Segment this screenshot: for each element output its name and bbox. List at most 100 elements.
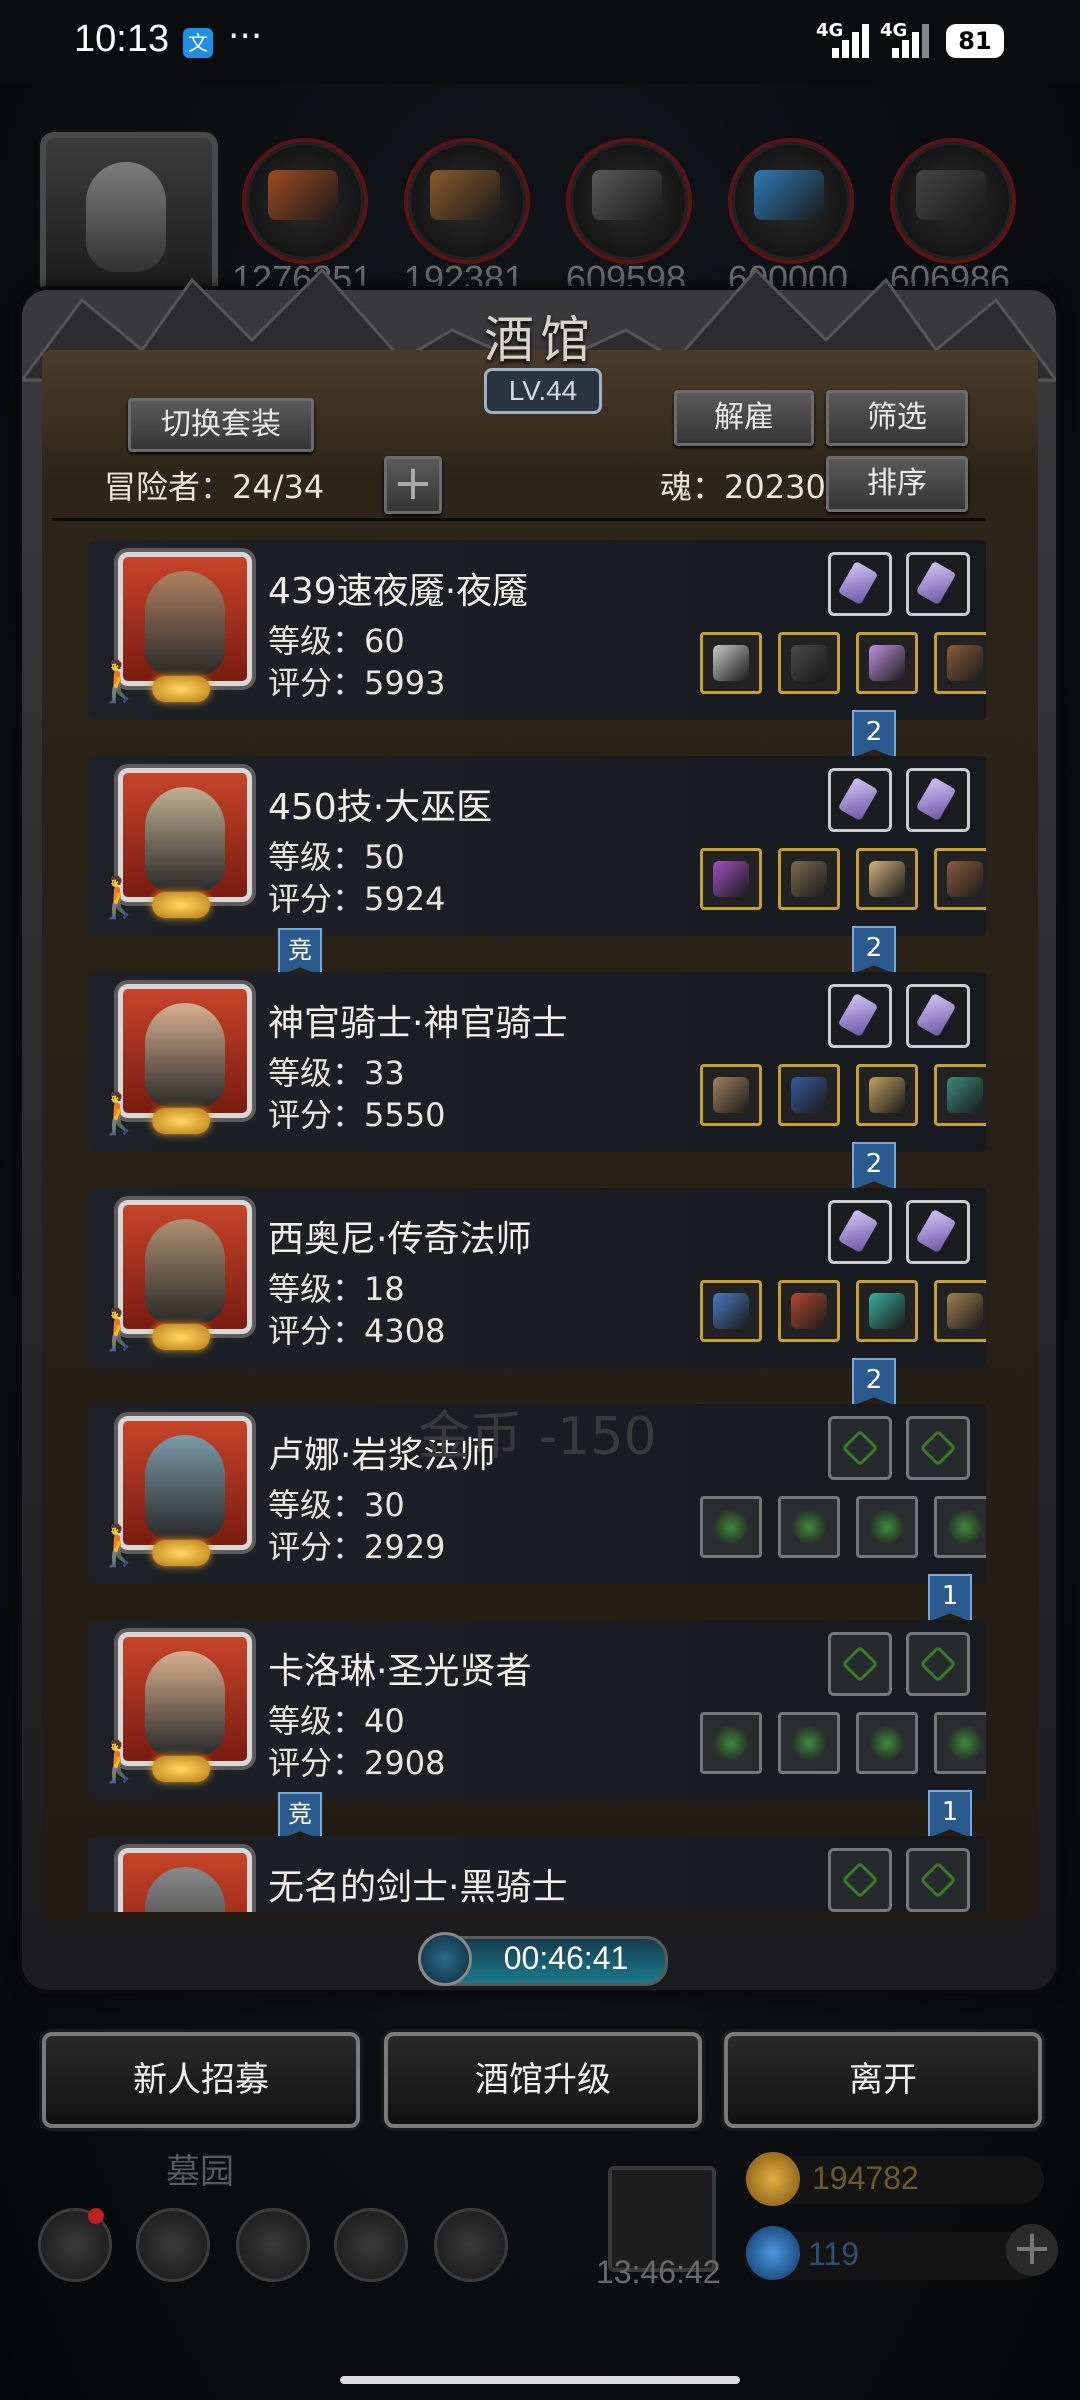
gold-coin-icon <box>746 2152 800 2206</box>
signal-icon-2 <box>892 22 932 58</box>
hero-level: 等级：60 <box>268 622 405 660</box>
walking-figure-icon: 🚶 <box>94 875 144 921</box>
empty-equipment-slot-icon[interactable] <box>778 1496 840 1558</box>
crystal-gem-icon[interactable] <box>828 552 892 616</box>
empty-gem-slot-icon[interactable] <box>828 1632 892 1696</box>
empty-gem-slot-icon[interactable] <box>828 1416 892 1480</box>
clock-icon <box>418 1932 472 1986</box>
panel-title: 酒馆 <box>484 311 596 369</box>
hero-name: 450技·大巫医 <box>268 787 493 828</box>
empty-equipment-slot-icon[interactable] <box>700 1496 762 1558</box>
hero-name: 439速夜魇·夜魇 <box>268 571 529 612</box>
equipment-icon[interactable] <box>934 632 986 694</box>
equipment-icon[interactable] <box>856 1280 918 1342</box>
empty-gem-slot-icon[interactable] <box>828 1848 892 1912</box>
hero-card[interactable]: 🚶 450技·大巫医 等级：50 评分：5924 <box>88 756 986 936</box>
switch-suit-button[interactable]: 切换套装 <box>128 398 314 452</box>
mail-icon[interactable] <box>334 2208 408 2282</box>
guild-icon[interactable] <box>236 2208 310 2282</box>
hero-avatar[interactable] <box>118 1848 252 1912</box>
empty-equipment-slot-icon[interactable] <box>934 1712 986 1774</box>
stone-icon[interactable] <box>890 138 1016 264</box>
equipment-icon[interactable] <box>856 848 918 910</box>
empty-gem-slot-icon[interactable] <box>906 1848 970 1912</box>
tavern-upgrade-button[interactable]: 酒馆升级 <box>384 2032 702 2128</box>
equipment-icon[interactable] <box>934 1064 986 1126</box>
equipment-icon[interactable] <box>934 1280 986 1342</box>
hero-card[interactable]: 🚶无名的剑士·黑骑士 <box>88 1836 986 1912</box>
star-ribbon-badge: 2 <box>852 1142 896 1190</box>
star-ribbon-badge: 1 <box>928 1574 972 1622</box>
empty-equipment-slot-icon[interactable] <box>856 1712 918 1774</box>
hero-score: 评分：2908 <box>268 1744 446 1782</box>
hero-card[interactable]: 🚶 西奥尼·传奇法师 等级：18 评分：4308 <box>88 1188 986 1368</box>
fire-button[interactable]: 解雇 <box>674 390 814 446</box>
equipment-icon[interactable] <box>778 1280 840 1342</box>
crystal-gem-icon[interactable] <box>906 768 970 832</box>
star-ribbon-badge: 2 <box>852 926 896 974</box>
crystal-gem-icon[interactable] <box>906 984 970 1048</box>
hero-name: 无名的剑士·黑骑士 <box>268 1867 568 1908</box>
hero-card[interactable]: 🚶 神官骑士·神官骑士 等级：33 评分：5550 <box>88 972 986 1152</box>
hero-level: 等级：18 <box>268 1270 405 1308</box>
hero-score: 评分：5924 <box>268 880 446 918</box>
crystal-gem-icon[interactable] <box>828 1200 892 1264</box>
equipment-icon[interactable] <box>778 632 840 694</box>
empty-gem-slot-icon[interactable] <box>906 1632 970 1696</box>
crystal-gem-icon[interactable] <box>828 768 892 832</box>
iron-icon[interactable] <box>566 138 692 264</box>
equipment-icon[interactable] <box>778 848 840 910</box>
recruit-button[interactable]: 新人招募 <box>42 2032 360 2128</box>
walking-figure-icon: 🚶 <box>94 659 144 705</box>
leave-button[interactable]: 离开 <box>724 2032 1042 2128</box>
equipment-icon[interactable] <box>700 632 762 694</box>
moon-crest-icon <box>152 1324 210 1350</box>
crystal-gem-icon[interactable] <box>906 1200 970 1264</box>
achievement-icon[interactable] <box>136 2208 210 2282</box>
crystal-gem-icon[interactable] <box>906 552 970 616</box>
empty-equipment-slot-icon[interactable] <box>778 1712 840 1774</box>
walking-figure-icon: 🚶 <box>94 1091 144 1137</box>
equipment-icon[interactable] <box>856 632 918 694</box>
hero-card[interactable]: 🚶 439速夜魇·夜魇 等级：60 评分：5993 <box>88 540 986 720</box>
moon-crest-icon <box>152 892 210 918</box>
hero-level: 等级：30 <box>268 1486 405 1524</box>
empty-equipment-slot-icon[interactable] <box>934 1496 986 1558</box>
equipment-icon[interactable] <box>934 848 986 910</box>
equipment-icon[interactable] <box>700 1280 762 1342</box>
hero-name: 神官骑士·神官骑士 <box>268 1003 568 1044</box>
empty-gem-slot-icon[interactable] <box>906 1416 970 1480</box>
crystal-gem-icon[interactable] <box>828 984 892 1048</box>
add-slot-button[interactable]: + <box>384 456 442 514</box>
sort-button[interactable]: 排序 <box>826 456 968 512</box>
gift-timer: 13:46:42 <box>596 2254 721 2290</box>
equipment-icon[interactable] <box>700 1064 762 1126</box>
hero-list[interactable]: 🚶 439速夜魇·夜魇 等级：60 评分：5993 2 🚶 450技·大巫医 等级：50 评分：… <box>52 528 986 1912</box>
equipment-icon[interactable] <box>856 1064 918 1126</box>
filter-button[interactable]: 筛选 <box>826 390 968 446</box>
crystal-icon[interactable] <box>728 138 854 264</box>
meat-icon[interactable] <box>242 138 368 264</box>
signal-icon-1 <box>832 22 872 58</box>
hero-score: 评分：5993 <box>268 664 446 702</box>
empty-equipment-slot-icon[interactable] <box>856 1496 918 1558</box>
hero-level: 等级：50 <box>268 838 405 876</box>
star-ribbon-badge: 2 <box>852 710 896 758</box>
moon-crest-icon <box>152 676 210 702</box>
wood-icon[interactable] <box>404 138 530 264</box>
hero-level: 等级：40 <box>268 1702 405 1740</box>
equipment-icon[interactable] <box>778 1064 840 1126</box>
battery-icon: 81 <box>946 24 1004 58</box>
add-currency-button[interactable]: + <box>1006 2224 1058 2276</box>
hero-level: 等级：33 <box>268 1054 405 1092</box>
floating-gold-text: 金币 -150 <box>418 1407 657 1467</box>
event-icon[interactable] <box>434 2208 508 2282</box>
cemetery-label[interactable]: 墓园 <box>166 2144 234 2193</box>
hero-score: 评分：4308 <box>268 1312 446 1350</box>
empty-equipment-slot-icon[interactable] <box>700 1712 762 1774</box>
equipment-icon[interactable] <box>700 848 762 910</box>
tavern-level-badge: LV.44 <box>484 368 602 414</box>
hero-card[interactable]: 🚶 卡洛琳·圣光贤者 等级：40 评分：2908 <box>88 1620 986 1800</box>
home-indicator[interactable] <box>340 2376 740 2384</box>
status-bar: 10:13 文 ··· 4G 4G 81 <box>0 0 1080 84</box>
